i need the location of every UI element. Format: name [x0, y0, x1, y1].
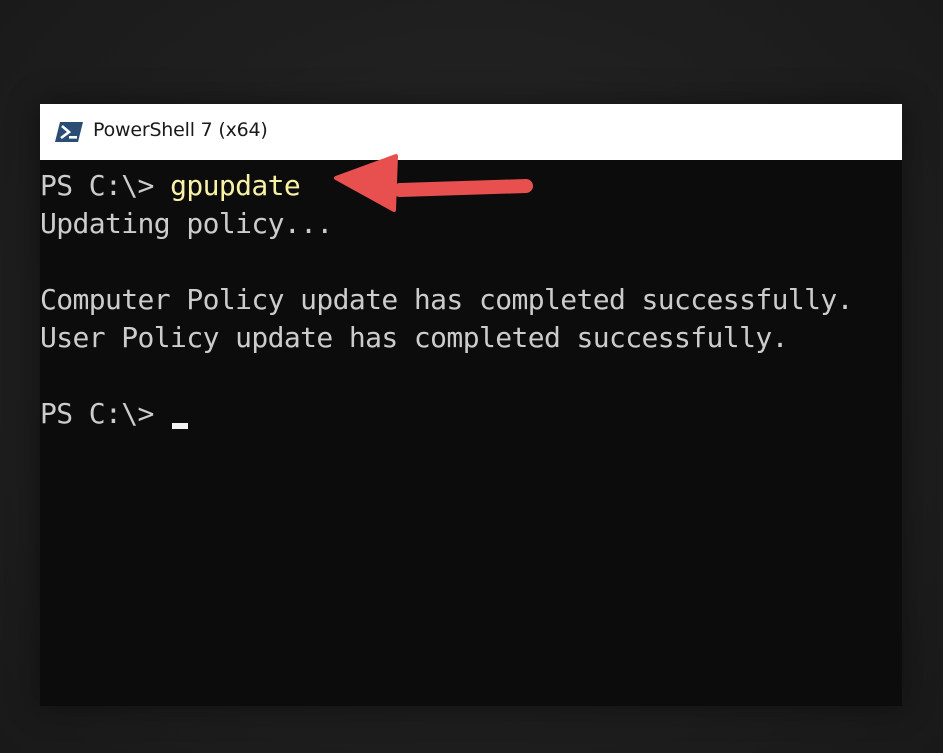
command-text: gpupdate [170, 169, 301, 202]
console-line-command: PS C:\> gpupdate [40, 169, 301, 203]
powershell-icon [55, 122, 83, 142]
window-title: PowerShell 7 (x64) [93, 119, 268, 141]
console-line-user-policy: User Policy update has completed success… [40, 321, 788, 354]
console-line-status: Updating policy... [40, 207, 333, 240]
console-line-prompt: PS C:\> [40, 397, 189, 431]
console-output[interactable]: PS C:\> gpupdate Updating policy... Comp… [40, 160, 902, 706]
console-line-computer-policy: Computer Policy update has completed suc… [40, 283, 853, 316]
prompt: PS C:\> [40, 169, 171, 202]
text-cursor [172, 423, 189, 429]
red-arrow-annotation [334, 154, 533, 212]
prompt: PS C:\> [40, 397, 171, 430]
